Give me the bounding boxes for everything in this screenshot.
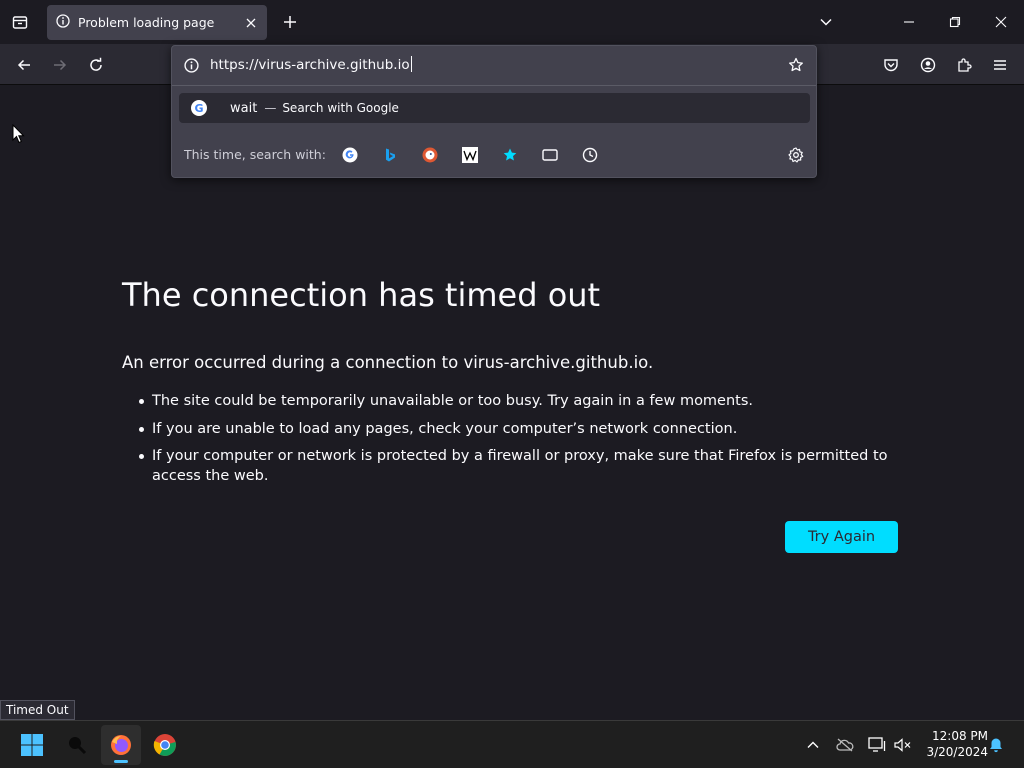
firefox-taskbar-icon[interactable] — [101, 725, 141, 765]
chrome-taskbar-icon[interactable] — [145, 725, 185, 765]
one-off-search-bar: This time, search with: — [172, 134, 816, 176]
clock-time: 12:08 PM — [932, 729, 988, 743]
search-suggestion[interactable]: G wait — Search with Google — [179, 93, 810, 123]
clock-date: 3/20/2024 — [926, 745, 988, 759]
onedrive-icon[interactable] — [835, 735, 855, 755]
bookmarks-icon[interactable] — [500, 145, 520, 165]
page-content: The connection has timed out An error oc… — [0, 86, 1024, 720]
tab-title: Problem loading page — [78, 15, 215, 30]
history-icon[interactable] — [580, 145, 600, 165]
suggestion-separator: — — [264, 101, 277, 115]
try-again-button[interactable]: Try Again — [785, 521, 898, 553]
list-item: If your computer or network is protected… — [139, 446, 912, 486]
tab-bar: Problem loading page — [0, 0, 1024, 44]
clock[interactable]: 12:08 PM 3/20/2024 — [918, 728, 988, 760]
site-info-icon[interactable] — [182, 56, 200, 74]
google-icon: G — [191, 100, 207, 116]
menu-icon[interactable] — [987, 52, 1013, 78]
restore-icon[interactable] — [941, 8, 969, 36]
urlbar-popup: https://virus-archive.github.io G wait —… — [171, 45, 817, 178]
suggestion-action: Search with Google — [282, 101, 399, 115]
bing-icon[interactable] — [380, 145, 400, 165]
info-icon — [56, 13, 70, 32]
start-windows-icon[interactable] — [12, 725, 52, 765]
error-title: The connection has timed out — [122, 276, 601, 314]
error-description: An error occurred during a connection to… — [122, 353, 654, 372]
reload-icon[interactable] — [83, 52, 109, 78]
google-icon[interactable] — [340, 145, 360, 165]
volume-muted-icon[interactable] — [893, 735, 913, 755]
network-icon[interactable] — [867, 735, 887, 755]
tab-problem-loading[interactable]: Problem loading page — [47, 5, 267, 40]
wikipedia-icon[interactable] — [460, 145, 480, 165]
pocket-icon[interactable] — [878, 52, 904, 78]
address-bar[interactable]: https://virus-archive.github.io — [172, 46, 816, 84]
forward-arrow-icon[interactable] — [47, 52, 73, 78]
chevron-up-icon[interactable] — [803, 735, 823, 755]
list-item: The site could be temporarily unavailabl… — [139, 391, 912, 411]
suggestion-term: wait — [230, 100, 258, 116]
close-tab-icon[interactable] — [239, 11, 263, 35]
search-icon[interactable] — [57, 725, 97, 765]
close-window-icon[interactable] — [987, 8, 1015, 36]
firefox-view-icon[interactable] — [8, 10, 32, 34]
status-panel: Timed Out — [0, 700, 75, 720]
extensions-icon[interactable] — [951, 52, 977, 78]
bookmark-star-icon[interactable] — [786, 55, 806, 75]
gear-icon[interactable] — [786, 145, 806, 165]
divider — [172, 85, 816, 86]
url-input[interactable]: https://virus-archive.github.io — [210, 54, 412, 76]
new-tab-icon[interactable] — [278, 10, 302, 34]
one-off-label: This time, search with: — [184, 147, 326, 162]
minimize-icon[interactable] — [895, 8, 923, 36]
list-all-tabs-icon[interactable] — [814, 10, 838, 34]
error-suggestions: The site could be temporarily unavailabl… — [139, 391, 912, 494]
duckduckgo-icon[interactable] — [420, 145, 440, 165]
taskbar: 12:08 PM 3/20/2024 — [0, 720, 1024, 768]
back-arrow-icon[interactable] — [11, 52, 37, 78]
list-item: If you are unable to load any pages, che… — [139, 419, 912, 439]
notification-bell-icon[interactable] — [986, 735, 1006, 755]
tabs-icon[interactable] — [540, 145, 560, 165]
account-icon[interactable] — [915, 52, 941, 78]
active-indicator — [114, 760, 128, 763]
mouse-cursor-icon — [12, 123, 26, 144]
